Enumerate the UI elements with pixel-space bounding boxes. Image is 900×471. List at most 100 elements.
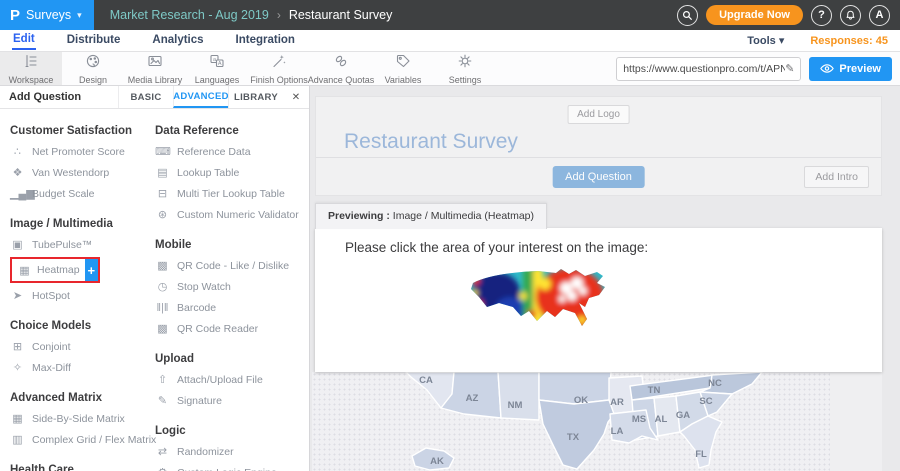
question-type-label: Randomizer (177, 446, 234, 458)
question-type-label: QR Code - Like / Dislike (177, 260, 289, 272)
question-type-label: Van Westendorp (32, 167, 109, 179)
search-button[interactable] (677, 5, 698, 26)
question-type-custom-logic-engine[interactable]: ⚙Custom Logic Engine (155, 462, 309, 471)
topbar-actions: Upgrade Now ? A (677, 5, 900, 26)
add-question-button[interactable]: Add Question (552, 166, 645, 188)
signature-icon: ✎ (155, 394, 170, 407)
panel-tab-library[interactable]: LIBRARY (228, 86, 283, 108)
svg-text:A: A (218, 61, 222, 67)
question-type-label: Conjoint (32, 341, 71, 353)
price-tag-icon: ❖ (10, 166, 25, 179)
help-button[interactable]: ? (811, 5, 832, 26)
survey-url-input[interactable] (623, 63, 785, 75)
top-bar: P Surveys ▾ Market Research - Aug 2019 ›… (0, 0, 900, 30)
question-type-multi-tier-lookup-table[interactable]: ⊟Multi Tier Lookup Table (155, 183, 309, 204)
question-type-heatmap[interactable]: ▦Heatmap+ (10, 257, 100, 283)
question-type-side-by-side-matrix[interactable]: ▦Side-By-Side Matrix (10, 408, 155, 429)
add-heatmap-plus-button[interactable]: + (85, 259, 98, 281)
surveys-menu-button[interactable]: P Surveys ▾ (0, 0, 94, 30)
question-type-barcode[interactable]: ‖|‖Barcode (155, 297, 309, 318)
video-icon: ▣ (10, 238, 25, 251)
question-type-net-promoter-score[interactable]: ∴Net Promoter Score (10, 141, 155, 162)
avatar[interactable]: A (869, 5, 890, 26)
toolbar-item-finish-options[interactable]: Finish Options (248, 52, 310, 85)
notifications-button[interactable] (840, 5, 861, 26)
responses-count[interactable]: Responses: 45 (810, 35, 888, 47)
question-type-label: Side-By-Side Matrix (32, 413, 125, 425)
question-type-reference-data[interactable]: ⌨Reference Data (155, 141, 309, 162)
heatmap-image[interactable] (465, 268, 617, 351)
languages-icon: aA (209, 53, 225, 74)
question-type-van-westendorp[interactable]: ❖ Van Westendorp (10, 162, 155, 183)
question-type-qr-code-like-dislike[interactable]: ▩ QR Code - Like / Dislike (155, 255, 309, 276)
upload-icon: ⇧ (155, 373, 170, 386)
question-type-tubepulse[interactable]: ▣ TubePulse™ (10, 234, 155, 255)
workspace-toolbar: WorkspaceDesignMedia LibraryaALanguagesF… (0, 52, 900, 86)
toolbar-item-media-library[interactable]: Media Library (124, 52, 186, 85)
add-intro-button[interactable]: Add Intro (804, 166, 869, 188)
section-title-logic: Logic (155, 425, 309, 437)
barcode-icon: ‖|‖ (155, 302, 170, 314)
panel-title: Add Question (0, 86, 118, 108)
question-type-attach-upload-file[interactable]: ⇧Attach/Upload File (155, 369, 309, 390)
chevron-down-icon: ▾ (779, 35, 785, 47)
question-type-randomizer[interactable]: ⇄Randomizer (155, 441, 309, 462)
questionpro-app: P Surveys ▾ Market Research - Aug 2019 ›… (0, 0, 900, 471)
question-type-signature[interactable]: ✎Signature (155, 390, 309, 411)
state-label-tx: TX (567, 432, 580, 443)
breadcrumb-folder[interactable]: Market Research - Aug 2019 (110, 8, 269, 22)
toolbar-item-label: Languages (195, 75, 240, 85)
toolbar-item-design[interactable]: Design (62, 52, 124, 85)
gear-icon (457, 53, 473, 74)
state-label-nc: NC (708, 378, 722, 389)
surveys-menu-label: Surveys (26, 8, 71, 22)
question-type-stop-watch[interactable]: ◷Stop Watch (155, 276, 309, 297)
toolbar-item-advance-quotas[interactable]: Advance Quotas (310, 52, 372, 85)
nav-tab-integration[interactable]: Integration (235, 32, 296, 49)
question-type-label: TubePulse™ (32, 239, 92, 251)
question-type-qr-code-reader[interactable]: ▩QR Code Reader (155, 318, 309, 339)
nps-icon: ∴ (10, 145, 25, 158)
upgrade-now-button[interactable]: Upgrade Now (706, 5, 803, 25)
state-label-ar: AR (610, 397, 624, 408)
panel-tab-advanced[interactable]: ADVANCED (173, 86, 228, 108)
question-type-hotspot[interactable]: ➤HotSpot (10, 285, 155, 306)
toolbar-item-variables[interactable]: Variables (372, 52, 434, 85)
panel-tab-basic[interactable]: BASIC (118, 86, 173, 108)
state-label-sc: SC (699, 396, 712, 407)
toolbar-item-languages[interactable]: aALanguages (186, 52, 248, 85)
question-type-conjoint[interactable]: ⊞Conjoint (10, 336, 155, 357)
question-text: Please click the area of your interest o… (345, 240, 648, 255)
section-title-data-reference: Data Reference (155, 125, 309, 137)
nav-tab-edit[interactable]: Edit (12, 31, 36, 50)
add-logo-button[interactable]: Add Logo (567, 105, 630, 124)
palette-icon (85, 53, 101, 74)
preview-button[interactable]: Preview (809, 57, 892, 81)
question-type-max-diff[interactable]: ✧Max-Diff (10, 357, 155, 378)
question-type-lookup-table[interactable]: ▤Lookup Table (155, 162, 309, 183)
question-type-label: Custom Numeric Validator (177, 209, 299, 221)
close-panel-button[interactable]: ✕ (283, 86, 309, 108)
question-preview-card: Please click the area of your interest o… (315, 228, 882, 372)
question-type-label: QR Code Reader (177, 323, 258, 335)
nav-tab-distribute[interactable]: Distribute (66, 32, 122, 49)
maxdiff-icon: ✧ (10, 361, 25, 374)
state-label-ak: AK (430, 456, 444, 467)
state-label-al: AL (655, 414, 668, 425)
nav-tab-analytics[interactable]: Analytics (151, 32, 204, 49)
question-type-complex-grid-flex-matrix[interactable]: ▥Complex Grid / Flex Matrix (10, 429, 155, 450)
wand-icon (271, 53, 287, 74)
state-label-nm: NM (508, 400, 523, 411)
toolbar-item-label: Variables (385, 75, 422, 85)
question-type-budget-scale[interactable]: ▁▄▆Budget Scale (10, 183, 155, 204)
lookup-table-icon: ▤ (155, 166, 170, 179)
survey-editor-canvas: Add Logo Restaurant Survey Add Question … (310, 86, 900, 471)
toolbar-item-workspace[interactable]: Workspace (0, 52, 62, 85)
qr-like-icon: ▩ (155, 259, 170, 272)
tools-menu[interactable]: Tools ▾ (747, 34, 784, 47)
question-type-custom-numeric-validator[interactable]: ⊛Custom Numeric Validator (155, 204, 309, 225)
toolbar-item-settings[interactable]: Settings (434, 52, 496, 85)
breadcrumb: Market Research - Aug 2019 › Restaurant … (110, 8, 393, 22)
edit-url-icon[interactable]: ✎ (785, 62, 794, 75)
toolbar-item-label: Advance Quotas (308, 75, 375, 85)
